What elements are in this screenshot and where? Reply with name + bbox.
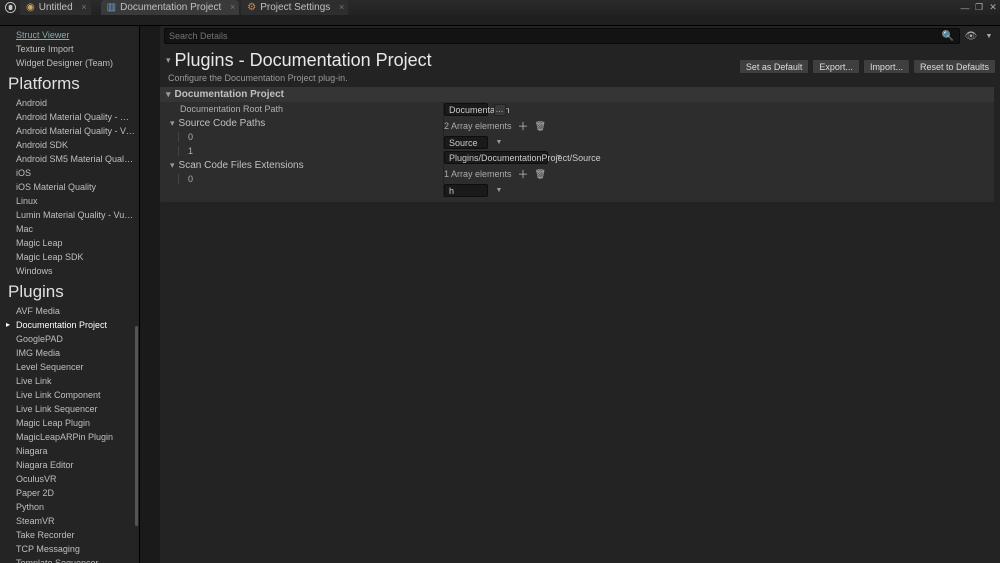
settings-content: 🔍 👁 ▼ ▾ Plugins - Documentation Project … — [160, 26, 1000, 563]
sidebar-item[interactable]: MagicLeapARPin Plugin — [0, 430, 139, 444]
sidebar-item[interactable]: Live Link Component — [0, 388, 139, 402]
page-title: Plugins - Documentation Project — [175, 50, 432, 71]
splitter[interactable] — [140, 26, 160, 563]
search-input[interactable]: 🔍 — [164, 28, 960, 44]
sidebar-item[interactable]: Struct Viewer — [0, 28, 139, 42]
sidebar-item[interactable]: Android Material Quality - ES31 — [0, 110, 139, 124]
add-icon[interactable]: ＋ — [518, 166, 529, 182]
tab-label: Project Settings — [260, 2, 330, 13]
minimize-icon[interactable]: — — [958, 1, 972, 15]
scrollbar[interactable] — [135, 326, 138, 526]
tab-level[interactable]: ◉ Untitled × — [20, 0, 91, 15]
chevron-down-icon[interactable]: ▼ — [494, 184, 504, 197]
sidebar-item[interactable]: Android SM5 Material Quality - Vulkan — [0, 152, 139, 166]
text-input[interactable]: Plugins/DocumentationProject/Source — [444, 151, 548, 164]
level-icon: ◉ — [26, 2, 35, 13]
page-actions: Set as Default Export... Import... Reset… — [739, 59, 1000, 74]
sidebar-item[interactable]: GooglePAD — [0, 332, 139, 346]
sidebar-item[interactable]: Niagara — [0, 444, 139, 458]
gear-icon: ⚙ — [247, 2, 256, 13]
sidebar-item[interactable]: iOS Material Quality — [0, 180, 139, 194]
close-icon[interactable]: × — [230, 2, 235, 12]
toolbar-strip — [0, 15, 1000, 26]
collapse-icon[interactable]: ▾ — [170, 160, 175, 171]
sidebar-item[interactable]: SteamVR — [0, 514, 139, 528]
titlebar: ◉ Untitled × ▥ Documentation Project × ⚙… — [0, 0, 1000, 15]
details-panel: ▾ Documentation Project Documentation Ro… — [160, 87, 994, 202]
sidebar-item[interactable]: Niagara Editor — [0, 458, 139, 472]
tab-docsplugin[interactable]: ▥ Documentation Project × — [101, 0, 240, 15]
sidebar-item[interactable]: AVF Media — [0, 304, 139, 318]
sidebar-item[interactable]: IMG Media — [0, 346, 139, 360]
sidebar-item[interactable]: Template Sequencer — [0, 556, 139, 563]
sidebar-item[interactable]: Python — [0, 500, 139, 514]
sidebar-category: Platforms — [0, 70, 139, 96]
collapse-icon[interactable]: ▾ — [166, 55, 171, 66]
close-icon[interactable]: × — [81, 2, 86, 12]
import-button[interactable]: Import... — [863, 59, 910, 74]
sidebar-item[interactable]: Documentation Project — [0, 318, 139, 332]
sidebar-item[interactable]: Android SDK — [0, 138, 139, 152]
maximize-icon[interactable]: ❐ — [972, 1, 986, 15]
sidebar-item[interactable]: Magic Leap SDK — [0, 250, 139, 264]
sidebar-category: Plugins — [0, 278, 139, 304]
array-index: 1 — [160, 146, 443, 156]
browse-button[interactable]: … — [494, 104, 506, 116]
array-count: 1 Array elements — [444, 169, 512, 179]
sidebar-item[interactable]: Texture Import — [0, 42, 139, 56]
sidebar-item[interactable]: TCP Messaging — [0, 542, 139, 556]
section-title: Documentation Project — [175, 89, 284, 100]
window-buttons: — ❐ ✕ — [958, 1, 1000, 15]
sidebar-item[interactable]: iOS — [0, 166, 139, 180]
export-button[interactable]: Export... — [812, 59, 860, 74]
chevron-down-icon[interactable]: ▼ — [982, 29, 996, 43]
prop-label[interactable]: ▾Source Code Paths — [160, 118, 443, 129]
text-input[interactable]: h — [444, 184, 488, 197]
collapse-icon[interactable]: ▾ — [166, 89, 171, 100]
prop-label[interactable]: ▾Scan Code Files Extensions — [160, 160, 443, 171]
settings-sidebar[interactable]: Struct ViewerTexture ImportWidget Design… — [0, 26, 140, 563]
text-input[interactable]: Documentation — [444, 103, 488, 116]
search-icon: 🔍 — [941, 29, 955, 43]
sidebar-item[interactable]: Take Recorder — [0, 528, 139, 542]
sidebar-item[interactable]: Windows — [0, 264, 139, 278]
sidebar-item[interactable]: OculusVR — [0, 472, 139, 486]
add-icon[interactable]: ＋ — [518, 118, 529, 134]
sidebar-item[interactable]: Level Sequencer — [0, 360, 139, 374]
text-input[interactable]: Source — [444, 136, 488, 149]
chevron-down-icon[interactable]: ▼ — [554, 151, 564, 164]
tab-label: Documentation Project — [120, 2, 221, 13]
collapse-icon[interactable]: ▾ — [170, 118, 175, 129]
sidebar-item[interactable]: Live Link Sequencer — [0, 402, 139, 416]
sidebar-item[interactable]: Linux — [0, 194, 139, 208]
page-subtitle: Configure the Documentation Project plug… — [160, 71, 739, 87]
sidebar-item[interactable]: Magic Leap — [0, 236, 139, 250]
tab-label: Untitled — [39, 2, 73, 13]
prop-label: Documentation Root Path — [160, 104, 443, 114]
eye-icon[interactable]: 👁 — [964, 29, 978, 43]
array-count: 2 Array elements — [444, 121, 512, 131]
sidebar-item[interactable]: Android Material Quality - Vulkan — [0, 124, 139, 138]
sidebar-item[interactable]: Live Link — [0, 374, 139, 388]
ue-logo-icon[interactable] — [3, 1, 17, 15]
array-index: 0 — [160, 132, 443, 142]
sidebar-item[interactable]: Lumin Material Quality - Vulkan — [0, 208, 139, 222]
sidebar-item[interactable]: Widget Designer (Team) — [0, 56, 139, 70]
tab-project-settings[interactable]: ⚙ Project Settings × — [241, 0, 348, 15]
search-field[interactable] — [169, 31, 941, 41]
close-window-icon[interactable]: ✕ — [986, 1, 1000, 15]
set-default-button[interactable]: Set as Default — [739, 59, 810, 74]
sidebar-item[interactable]: Mac — [0, 222, 139, 236]
sidebar-item[interactable]: Magic Leap Plugin — [0, 416, 139, 430]
section-header[interactable]: ▾ Documentation Project — [160, 87, 994, 102]
reset-defaults-button[interactable]: Reset to Defaults — [913, 59, 996, 74]
close-icon[interactable]: × — [339, 2, 344, 12]
trash-icon[interactable]: 🗑 — [535, 169, 546, 180]
trash-icon[interactable]: 🗑 — [535, 121, 546, 132]
sidebar-item[interactable]: Paper 2D — [0, 486, 139, 500]
chevron-down-icon[interactable]: ▼ — [494, 136, 504, 149]
sidebar-item[interactable]: Android — [0, 96, 139, 110]
array-index: 0 — [160, 174, 443, 184]
book-icon: ▥ — [107, 2, 116, 13]
